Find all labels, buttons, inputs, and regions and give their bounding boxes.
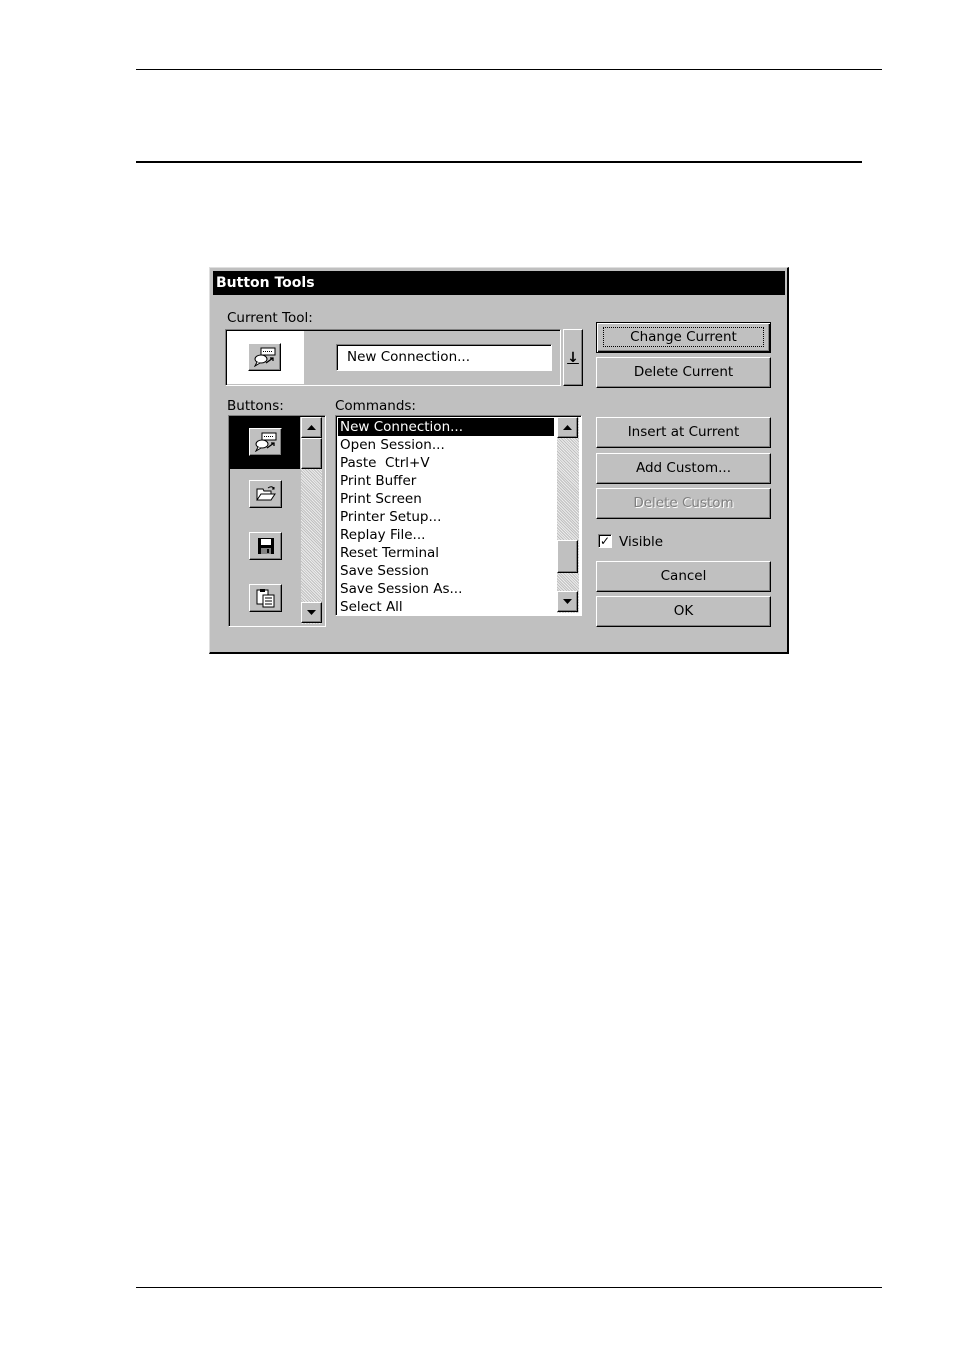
- current-tool-panel: New Connection...: [225, 329, 561, 386]
- commands-scrollbar[interactable]: [557, 417, 579, 613]
- button-item-save-session[interactable]: [249, 532, 282, 560]
- arrow-down-icon: [563, 598, 572, 604]
- command-item[interactable]: Replay File...: [338, 526, 554, 544]
- delete-current-button[interactable]: Delete Current: [596, 357, 771, 388]
- button-item-open-session[interactable]: [249, 480, 282, 508]
- button-item-paste[interactable]: [249, 584, 282, 612]
- commands-scroll-up-button[interactable]: [557, 417, 578, 438]
- command-item[interactable]: Save Session: [338, 562, 554, 580]
- commands-scroll-down-button[interactable]: [557, 591, 578, 612]
- buttons-label: Buttons:: [227, 398, 284, 414]
- delete-custom-button: Delete Custom: [596, 488, 771, 519]
- arrow-up-icon: [563, 424, 572, 430]
- button-item-new-connection[interactable]: [249, 428, 282, 456]
- insert-at-current-button[interactable]: Insert at Current: [596, 417, 771, 448]
- commands-list[interactable]: New Connection... Open Session... Paste …: [335, 415, 582, 616]
- command-item[interactable]: Print Screen: [338, 490, 554, 508]
- buttons-scroll-up-button[interactable]: [301, 417, 322, 438]
- command-item-selected[interactable]: New Connection...: [338, 418, 554, 436]
- buttons-list[interactable]: [228, 415, 326, 627]
- cancel-button[interactable]: Cancel: [596, 561, 771, 592]
- visible-label: Visible: [619, 534, 664, 550]
- new-connection-icon: [254, 432, 276, 452]
- section-rule: [136, 161, 862, 163]
- arrow-up-icon: [307, 424, 316, 430]
- current-tool-dropdown-button[interactable]: ↓: [563, 329, 583, 386]
- current-tool-value: New Connection...: [347, 349, 470, 365]
- command-item[interactable]: Open Session...: [338, 436, 554, 454]
- button-tools-dialog: Button Tools Current Tool: New Connectio…: [209, 267, 789, 654]
- command-item[interactable]: Printer Setup...: [338, 508, 554, 526]
- footer-rule: [136, 1287, 882, 1288]
- ok-button[interactable]: OK: [596, 596, 771, 627]
- buttons-scroll-down-button[interactable]: [301, 602, 322, 623]
- dropdown-arrow-icon: ↓: [567, 349, 579, 366]
- current-tool-field[interactable]: New Connection...: [336, 344, 552, 371]
- dialog-title: Button Tools: [213, 271, 785, 295]
- buttons-scroll-thumb[interactable]: [301, 438, 322, 469]
- arrow-down-icon: [307, 609, 316, 615]
- change-current-label: Change Current: [603, 327, 764, 347]
- command-item[interactable]: Paste Ctrl+V: [338, 454, 554, 472]
- commands-label: Commands:: [335, 398, 416, 414]
- commands-scroll-thumb[interactable]: [557, 540, 578, 573]
- command-item[interactable]: Reset Terminal: [338, 544, 554, 562]
- command-item[interactable]: Save Session As...: [338, 580, 554, 598]
- visible-checkbox[interactable]: ✓: [598, 534, 612, 548]
- current-tool-label: Current Tool:: [227, 310, 313, 326]
- checkmark-icon: ✓: [599, 534, 611, 548]
- paste-icon: [256, 589, 274, 608]
- new-connection-icon: [248, 343, 281, 371]
- change-current-button[interactable]: Change Current: [596, 322, 771, 353]
- command-item[interactable]: Print Buffer: [338, 472, 554, 490]
- floppy-disk-icon: [257, 538, 274, 554]
- add-custom-button[interactable]: Add Custom...: [596, 453, 771, 484]
- command-item[interactable]: Select All: [338, 598, 554, 616]
- open-folder-icon: [255, 486, 276, 501]
- header-rule: [136, 69, 882, 70]
